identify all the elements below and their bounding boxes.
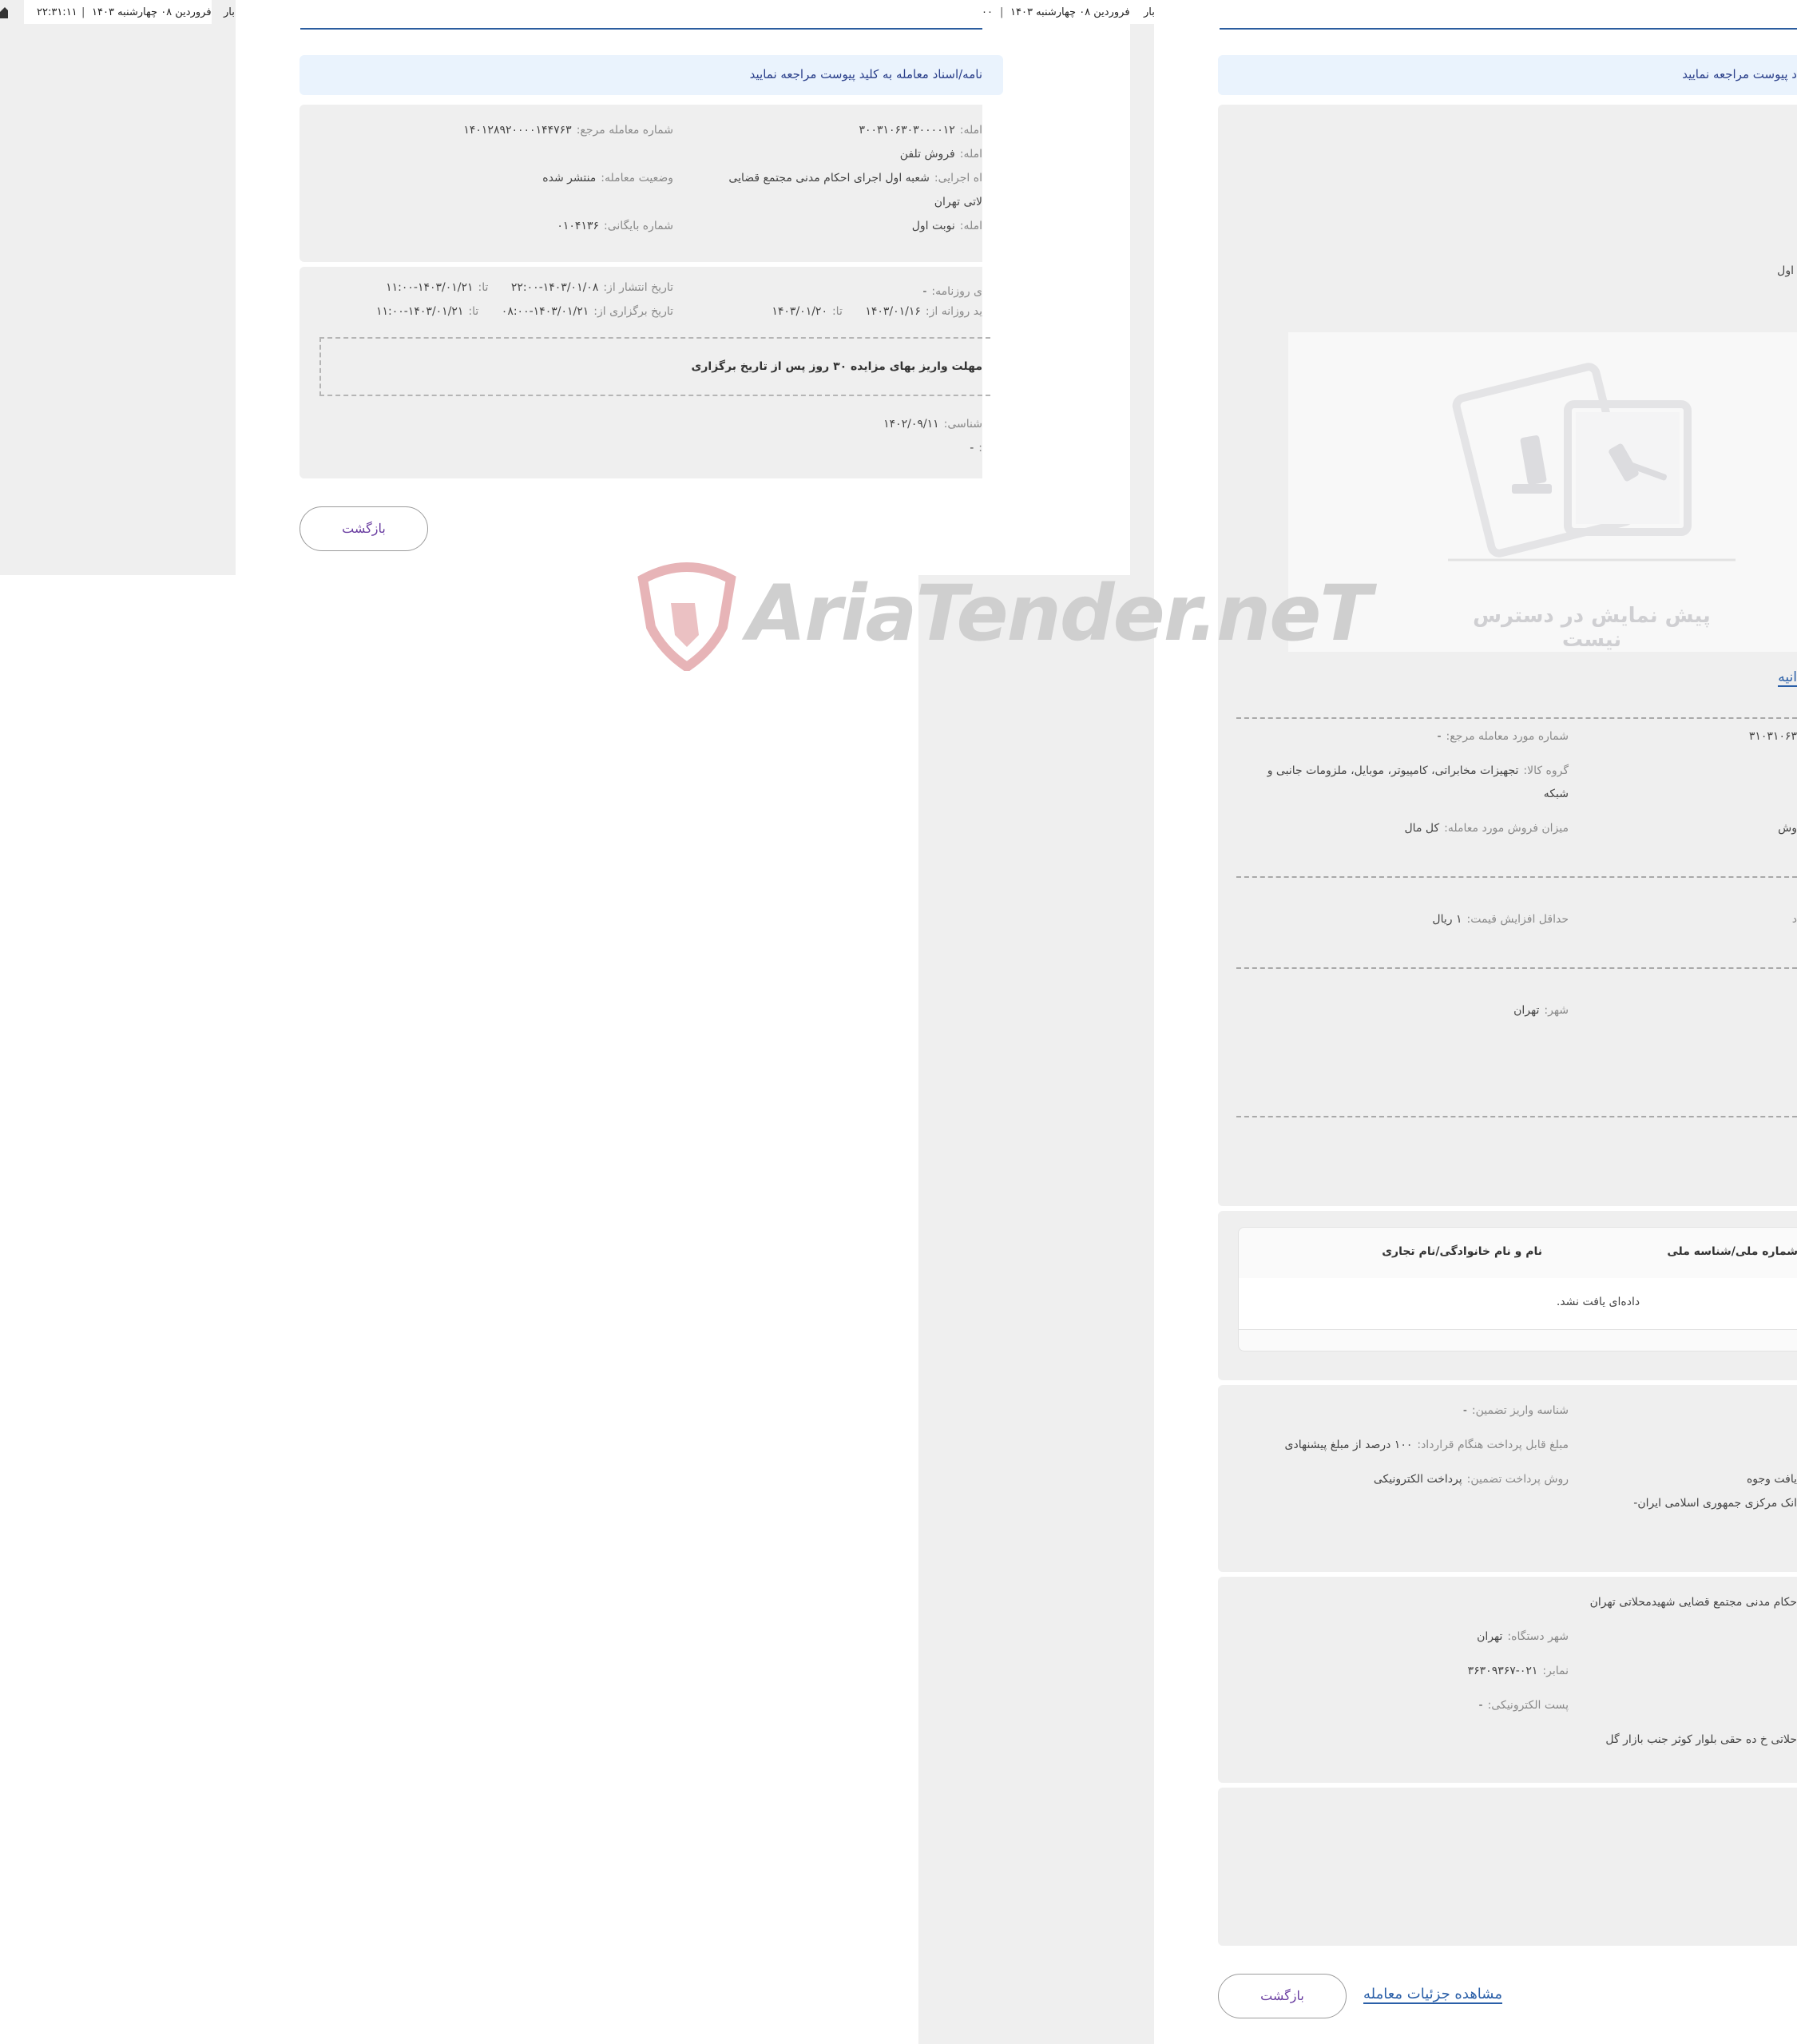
agency-city: شهر دستگاه:تهران: [1477, 1630, 1569, 1643]
divider-4: [1236, 1116, 1797, 1117]
divider-1: [1236, 717, 1797, 719]
hold-date-range: تاریخ برگزاری از:۱۴۰۳/۰۱/۲۱-۰۸:۰۰ تا:۱۴۰…: [376, 305, 673, 318]
executive-body: اه اجرایی:شعبه اول اجرای احکام مدنی مجتم…: [728, 172, 982, 185]
col-name: نام و نام خانوادگی/نام تجاری: [1382, 1245, 1542, 1258]
topbar-date: فروردین ۰۸ چهارشنبه ۱۴۰۳: [92, 6, 212, 18]
agency-fax: نمابر:۰۲۱-۳۶۳۰۹۳۶۷: [1467, 1665, 1569, 1677]
deal-round: امله:نوبت اول: [911, 220, 982, 232]
divider-3: [1236, 967, 1797, 969]
deadline-note: مهلت واریز بهای مزایده ۳۰ روز پس از تاری…: [691, 360, 982, 373]
sale-amount: میزان فروش مورد معامله:کل مال: [1404, 822, 1569, 835]
product-group-line2: شبکه: [1543, 788, 1569, 800]
watermark-logo-icon: [637, 562, 736, 671]
attachment-link-fragment[interactable]: انیه: [1778, 669, 1797, 687]
middle-page-topline: [300, 28, 982, 30]
min-price-increase: حداقل افزایش قیمت:۱ ریال: [1432, 913, 1569, 926]
back-button-right[interactable]: بازگشت: [1218, 1974, 1347, 2018]
extra-field: :-: [970, 442, 982, 454]
right-page-topline: [1220, 28, 1797, 30]
table-empty-row: داده‌ای یافت نشد.: [1239, 1278, 1797, 1330]
back-button-left[interactable]: بازگشت: [300, 506, 428, 551]
newspaper-ad: ی روزنامه:-: [922, 285, 982, 298]
publish-date-range: تاریخ انتشار از:۱۴۰۳/۰۱/۰۸-۲۲:۰۰ تا:۱۴۰۳…: [386, 281, 673, 294]
ref-deal-number: شماره معامله مرجع:۱۴۰۱۲۸۹۲۰۰۰۰۱۴۴۷۶۳: [463, 124, 673, 137]
left-strip-background: [0, 0, 236, 575]
guarantee-method: روش پرداخت تضمین:پرداخت الکترونیکی: [1373, 1473, 1569, 1486]
middle-notice-text: نامه/اسناد معامله به کلید پیوست مراجعه ن…: [749, 67, 982, 81]
divider-2: [1236, 876, 1797, 878]
page-gutter-strip: [1130, 24, 1154, 575]
page-gutter: [918, 575, 1154, 2044]
view-deal-details-link[interactable]: مشاهده جزئیات معامله: [1363, 1986, 1502, 2004]
item-city: شهر:تهران: [1513, 1004, 1569, 1017]
gavel-illustration-icon: [1448, 363, 1736, 562]
deposit-id: شناسه واریز تضمین:-: [1462, 1404, 1569, 1417]
topbar-separator: |: [81, 6, 85, 18]
table-empty-text: داده‌ای یافت نشد.: [1556, 1296, 1640, 1308]
col-national-id: شماره ملی/شناسه ملی: [1667, 1245, 1797, 1258]
watermark-text: AriaTender.neT: [747, 569, 1372, 658]
deal-status: وضعیت معامله:منتشر شده: [542, 172, 673, 185]
item-number-fragment: ۳۱۰۳۱۰۶۳: [1748, 730, 1797, 743]
table-header: شماره ملی/شناسه ملی نام و نام خانوادگی/ن…: [1239, 1228, 1797, 1279]
executive-body-line2: لاتی تهران: [934, 196, 982, 208]
product-group: گروه کالا:تجهیزات مخابراتی، کامپیوتر، مو…: [1267, 764, 1569, 777]
ref-item-number: شماره مورد معامله مرجع:-: [1437, 730, 1569, 743]
contract-payment: مبلغ قابل پرداخت هنگام قرارداد:۱۰۰ درصد …: [1284, 1439, 1569, 1451]
agency-email: پست الکترونیکی:-: [1478, 1699, 1569, 1712]
sale-fragment: وش: [1778, 822, 1797, 835]
right-notice-banner: د پیوست مراجعه نمایید: [1218, 55, 1797, 95]
bank-fragment: انک مرکزی جمهوری اسلامی ایران-: [1633, 1497, 1797, 1510]
round-fragment: اول: [1777, 264, 1794, 277]
daily-visit-range: ید روزانه از:۱۴۰۳/۰۱/۱۶ تا:۱۴۰۳/۰۱/۲۰: [772, 305, 982, 318]
min-fragment: د: [1791, 913, 1797, 926]
topbar-cut-label: بار: [224, 6, 235, 18]
empty-panel: [1218, 1788, 1797, 1946]
left-strip-topbar: ۲۲:۳۱:۱۱ | فروردین ۰۸ چهارشنبه ۱۴۰۳: [24, 0, 212, 24]
home-icon[interactable]: [0, 6, 8, 18]
watermark: AriaTender.neT: [635, 559, 1372, 671]
deal-number: امله:۳۰۰۳۱۰۶۳۰۳۰۰۰۰۱۲: [859, 124, 982, 137]
expert-date: شناسی:۱۴۰۲/۰۹/۱۱: [883, 418, 982, 431]
preview-unavailable-text: پیش نمایش در دسترس نیست: [1473, 604, 1711, 652]
middle-notice-banner: نامه/اسناد معامله به کلید پیوست مراجعه ن…: [300, 55, 1003, 95]
archive-number: شماره بایگانی:۰۱۰۴۱۳۶: [557, 220, 673, 232]
topbar-time: ۲۲:۳۱:۱۱: [37, 6, 77, 18]
receive-funds-fragment: یافت وجوه: [1746, 1473, 1797, 1486]
agency-address-fragment: حلاتی خ ده حقی بلوار کوثر جنب بازار گل: [1605, 1733, 1797, 1746]
bidders-table: شماره ملی/شناسه ملی نام و نام خانوادگی/ن…: [1238, 1227, 1797, 1351]
agency-name-fragment: حکام مدنی مجتمع قضایی شهیدمحلاتی تهران: [1589, 1596, 1797, 1609]
deal-subject: امله:فروش تلفن: [899, 148, 982, 161]
right-notice-text: د پیوست مراجعه نمایید: [1682, 67, 1797, 81]
